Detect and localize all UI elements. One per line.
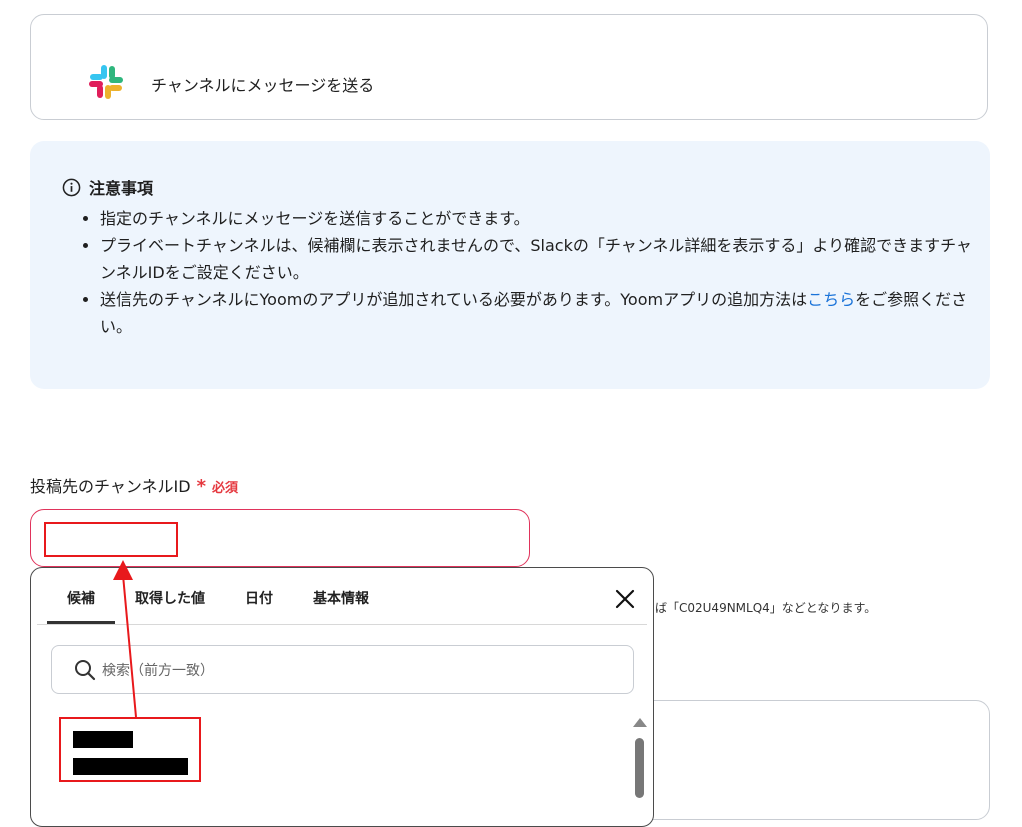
info-icon bbox=[62, 178, 81, 196]
annotation-highlight-candidate bbox=[59, 717, 201, 782]
help-link[interactable]: こちら bbox=[807, 290, 855, 309]
slack-icon bbox=[89, 65, 123, 99]
tab-divider bbox=[37, 624, 647, 625]
field-label: 投稿先のチャンネルID * 必須 bbox=[30, 473, 238, 497]
notice-item: 指定のチャンネルにメッセージを送信することができます。 bbox=[100, 205, 980, 232]
field-hint: ば「C02U49NMLQ4」などとなります。 bbox=[655, 601, 877, 615]
scroll-up-arrow[interactable] bbox=[633, 718, 647, 727]
action-label: チャンネルにメッセージを送る bbox=[151, 76, 375, 95]
notice-item: プライベートチャンネルは、候補欄に表示されませんので、Slackの「チャンネル詳… bbox=[100, 232, 980, 286]
tab-date[interactable]: 日付 bbox=[225, 568, 293, 624]
search-input[interactable] bbox=[100, 658, 604, 684]
tab-acquired-values[interactable]: 取得した値 bbox=[115, 568, 225, 624]
tab-basic-info[interactable]: 基本情報 bbox=[293, 568, 389, 624]
notice-title: 注意事項 bbox=[89, 179, 154, 198]
required-star: * bbox=[196, 476, 206, 497]
search-box[interactable] bbox=[51, 645, 634, 694]
tab-candidates[interactable]: 候補 bbox=[47, 568, 115, 624]
field-label-text: 投稿先のチャンネルID bbox=[30, 477, 191, 496]
search-icon bbox=[75, 660, 96, 681]
notice-item: 送信先のチャンネルにYoomのアプリが追加されている必要があります。Yoomアプ… bbox=[100, 286, 980, 340]
notice-heading: 注意事項 bbox=[62, 175, 153, 199]
required-text: 必須 bbox=[211, 481, 238, 496]
annotation-highlight-input bbox=[44, 522, 178, 557]
notice-box: 注意事項 指定のチャンネルにメッセージを送信することができます。 プライベートチ… bbox=[30, 141, 990, 389]
next-field-box[interactable] bbox=[640, 700, 990, 820]
scrollbar-thumb[interactable] bbox=[635, 738, 644, 798]
value-picker-popup: 候補 取得した値 日付 基本情報 bbox=[30, 567, 654, 827]
action-card[interactable]: チャンネルにメッセージを送る bbox=[30, 14, 988, 120]
notice-list: 指定のチャンネルにメッセージを送信することができます。 プライベートチャンネルは… bbox=[80, 205, 980, 340]
close-icon[interactable] bbox=[614, 588, 636, 610]
popup-tabs: 候補 取得した値 日付 基本情報 bbox=[47, 568, 389, 624]
notice-item-text: 送信先のチャンネルにYoomのアプリが追加されている必要があります。Yoomアプ… bbox=[100, 290, 808, 309]
